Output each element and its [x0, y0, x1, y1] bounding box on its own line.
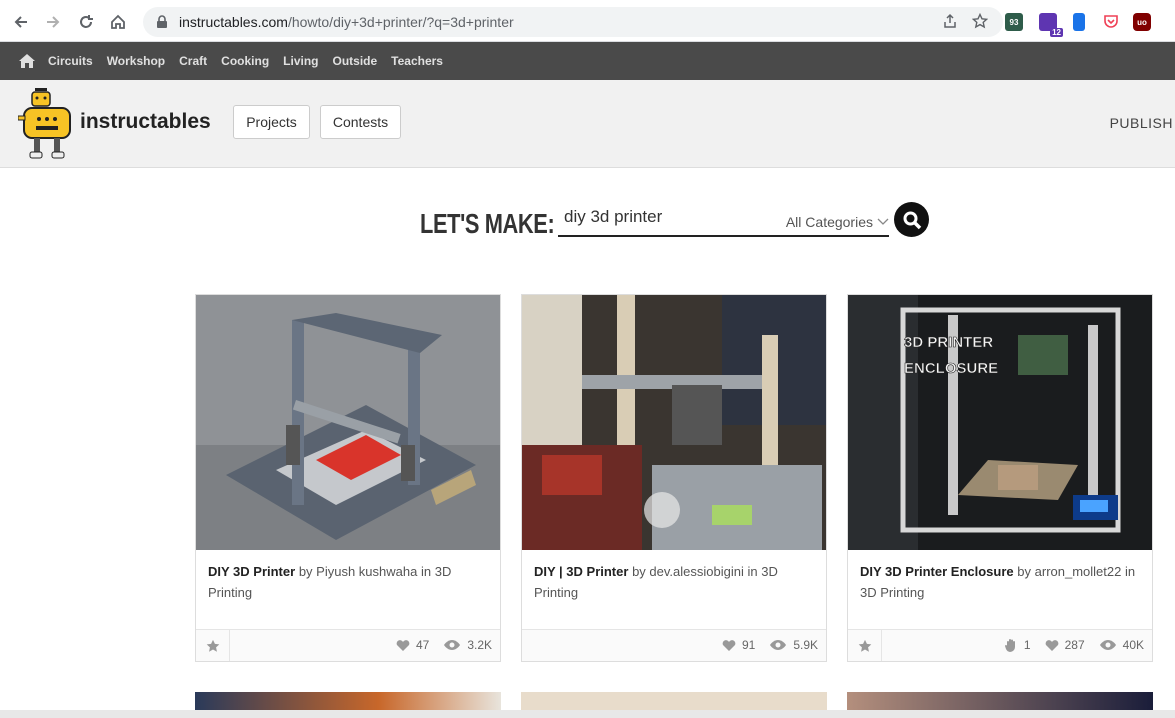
- favorites-count: 287: [1064, 638, 1085, 652]
- back-icon[interactable]: [8, 9, 34, 35]
- heart-icon: [396, 640, 410, 651]
- category-nav: Circuits Workshop Craft Cooking Living O…: [0, 42, 1175, 80]
- chevron-down-icon: [877, 218, 889, 225]
- extension-icon[interactable]: 93: [1005, 13, 1023, 31]
- star-icon: [858, 639, 871, 652]
- os-taskbar: [0, 710, 1175, 718]
- project-category[interactable]: 3D Printing: [860, 585, 924, 600]
- project-info: DIY 3D Printer Enclosure by arron_mollet…: [860, 561, 1140, 603]
- home-icon[interactable]: [105, 9, 131, 35]
- robot-logo-icon[interactable]: [18, 86, 76, 162]
- nav-craft[interactable]: Craft: [179, 54, 207, 68]
- ublock-icon[interactable]: uo: [1133, 13, 1151, 31]
- projects-button[interactable]: Projects: [233, 105, 310, 139]
- project-author[interactable]: arron_mollet22: [1035, 564, 1122, 579]
- card-footer: 47 3.2K: [196, 629, 500, 661]
- nav-outside[interactable]: Outside: [333, 54, 378, 68]
- project-card[interactable]: 3D PRINTER ENCLOSURE DIY 3D Printer Encl…: [847, 294, 1153, 662]
- star-icon: [206, 639, 219, 652]
- project-thumbnail[interactable]: [522, 295, 826, 550]
- publish-link[interactable]: PUBLISH: [1110, 115, 1173, 131]
- hand-icon: [1004, 639, 1015, 652]
- nav-cooking[interactable]: Cooking: [221, 54, 269, 68]
- nav-workshop[interactable]: Workshop: [107, 54, 165, 68]
- url-host: instructables.com: [179, 14, 288, 30]
- bookmark-star-icon[interactable]: [972, 13, 988, 29]
- extension-icon[interactable]: [1073, 13, 1085, 31]
- in-label: in: [420, 564, 432, 579]
- search-bar: All Categories: [558, 204, 889, 237]
- favorites-count: 47: [415, 638, 430, 652]
- favorite-button[interactable]: [848, 630, 882, 661]
- eye-icon: [1099, 640, 1116, 650]
- project-author[interactable]: Piyush kushwaha: [316, 564, 417, 579]
- nav-circuits[interactable]: Circuits: [48, 54, 93, 68]
- card-footer: 1 287 40K: [848, 629, 1152, 661]
- project-thumbnail[interactable]: 3D PRINTER ENCLOSURE: [848, 295, 1152, 550]
- by-label: by: [1017, 564, 1032, 579]
- heart-icon: [722, 640, 736, 651]
- forward-icon[interactable]: [40, 9, 66, 35]
- thumbnail-overlay-text: 3D PRINTER: [904, 334, 993, 351]
- graduation-cap-icon[interactable]: 12: [1039, 13, 1063, 37]
- project-card[interactable]: DIY 3D Printer by Piyush kushwaha in 3D …: [195, 294, 501, 662]
- eye-icon: [444, 640, 461, 650]
- card-stats: 91 5.9K: [722, 638, 818, 652]
- project-info: DIY 3D Printer by Piyush kushwaha in 3D …: [208, 561, 488, 603]
- reload-icon[interactable]: [73, 9, 99, 35]
- nav-living[interactable]: Living: [283, 54, 318, 68]
- views-count: 5.9K: [793, 638, 818, 652]
- favorite-button[interactable]: [196, 630, 230, 661]
- in-label: in: [747, 564, 758, 579]
- project-author[interactable]: dev.alessiobigini: [649, 564, 743, 579]
- home-icon[interactable]: [18, 53, 36, 69]
- hands-count: 1: [1023, 638, 1031, 652]
- search-button[interactable]: [894, 202, 929, 237]
- address-bar[interactable]: instructables.com/howto/diy+3d+printer/?…: [143, 7, 1003, 37]
- in-label: in: [1124, 564, 1136, 579]
- card-stats: 47 3.2K: [396, 638, 492, 652]
- lock-icon: [157, 15, 167, 28]
- project-thumbnail[interactable]: [196, 295, 500, 550]
- project-card[interactable]: DIY | 3D Printer by dev.alessiobigini in…: [521, 294, 827, 662]
- card-stats: 1 287 40K: [1004, 638, 1144, 652]
- eye-icon: [770, 640, 787, 650]
- project-title[interactable]: DIY | 3D Printer: [534, 564, 628, 579]
- site-logo-text[interactable]: instructables: [80, 110, 211, 134]
- category-select[interactable]: All Categories: [786, 214, 889, 230]
- nav-teachers[interactable]: Teachers: [391, 54, 443, 68]
- contests-button[interactable]: Contests: [320, 105, 401, 139]
- project-info: DIY | 3D Printer by dev.alessiobigini in…: [534, 561, 814, 603]
- url-path: /howto/diy+3d+printer/?q=3d+printer: [287, 14, 514, 30]
- pocket-icon[interactable]: [1103, 13, 1119, 29]
- heart-icon: [1045, 640, 1058, 651]
- share-icon[interactable]: [942, 13, 958, 29]
- site-header: instructables Projects Contests PUBLISH: [0, 80, 1175, 168]
- views-count: 3.2K: [467, 638, 492, 652]
- project-title[interactable]: DIY 3D Printer Enclosure: [860, 564, 1014, 579]
- by-label: by: [298, 564, 313, 579]
- search-heading: LET'S MAKE:: [420, 208, 555, 239]
- project-title[interactable]: DIY 3D Printer: [208, 564, 295, 579]
- extension-badge: 93: [1009, 17, 1019, 27]
- extension-badge: 12: [1050, 28, 1063, 37]
- search-icon: [903, 211, 921, 229]
- card-footer: 91 5.9K: [522, 629, 826, 661]
- category-select-label: All Categories: [785, 214, 873, 230]
- by-label: by: [632, 564, 646, 579]
- search-input[interactable]: [564, 207, 764, 227]
- browser-toolbar: instructables.com/howto/diy+3d+printer/?…: [0, 0, 1175, 42]
- favorites-count: 91: [741, 638, 756, 652]
- thumbnail-overlay-text: ENCLOSURE: [904, 360, 998, 377]
- views-count: 40K: [1122, 638, 1144, 652]
